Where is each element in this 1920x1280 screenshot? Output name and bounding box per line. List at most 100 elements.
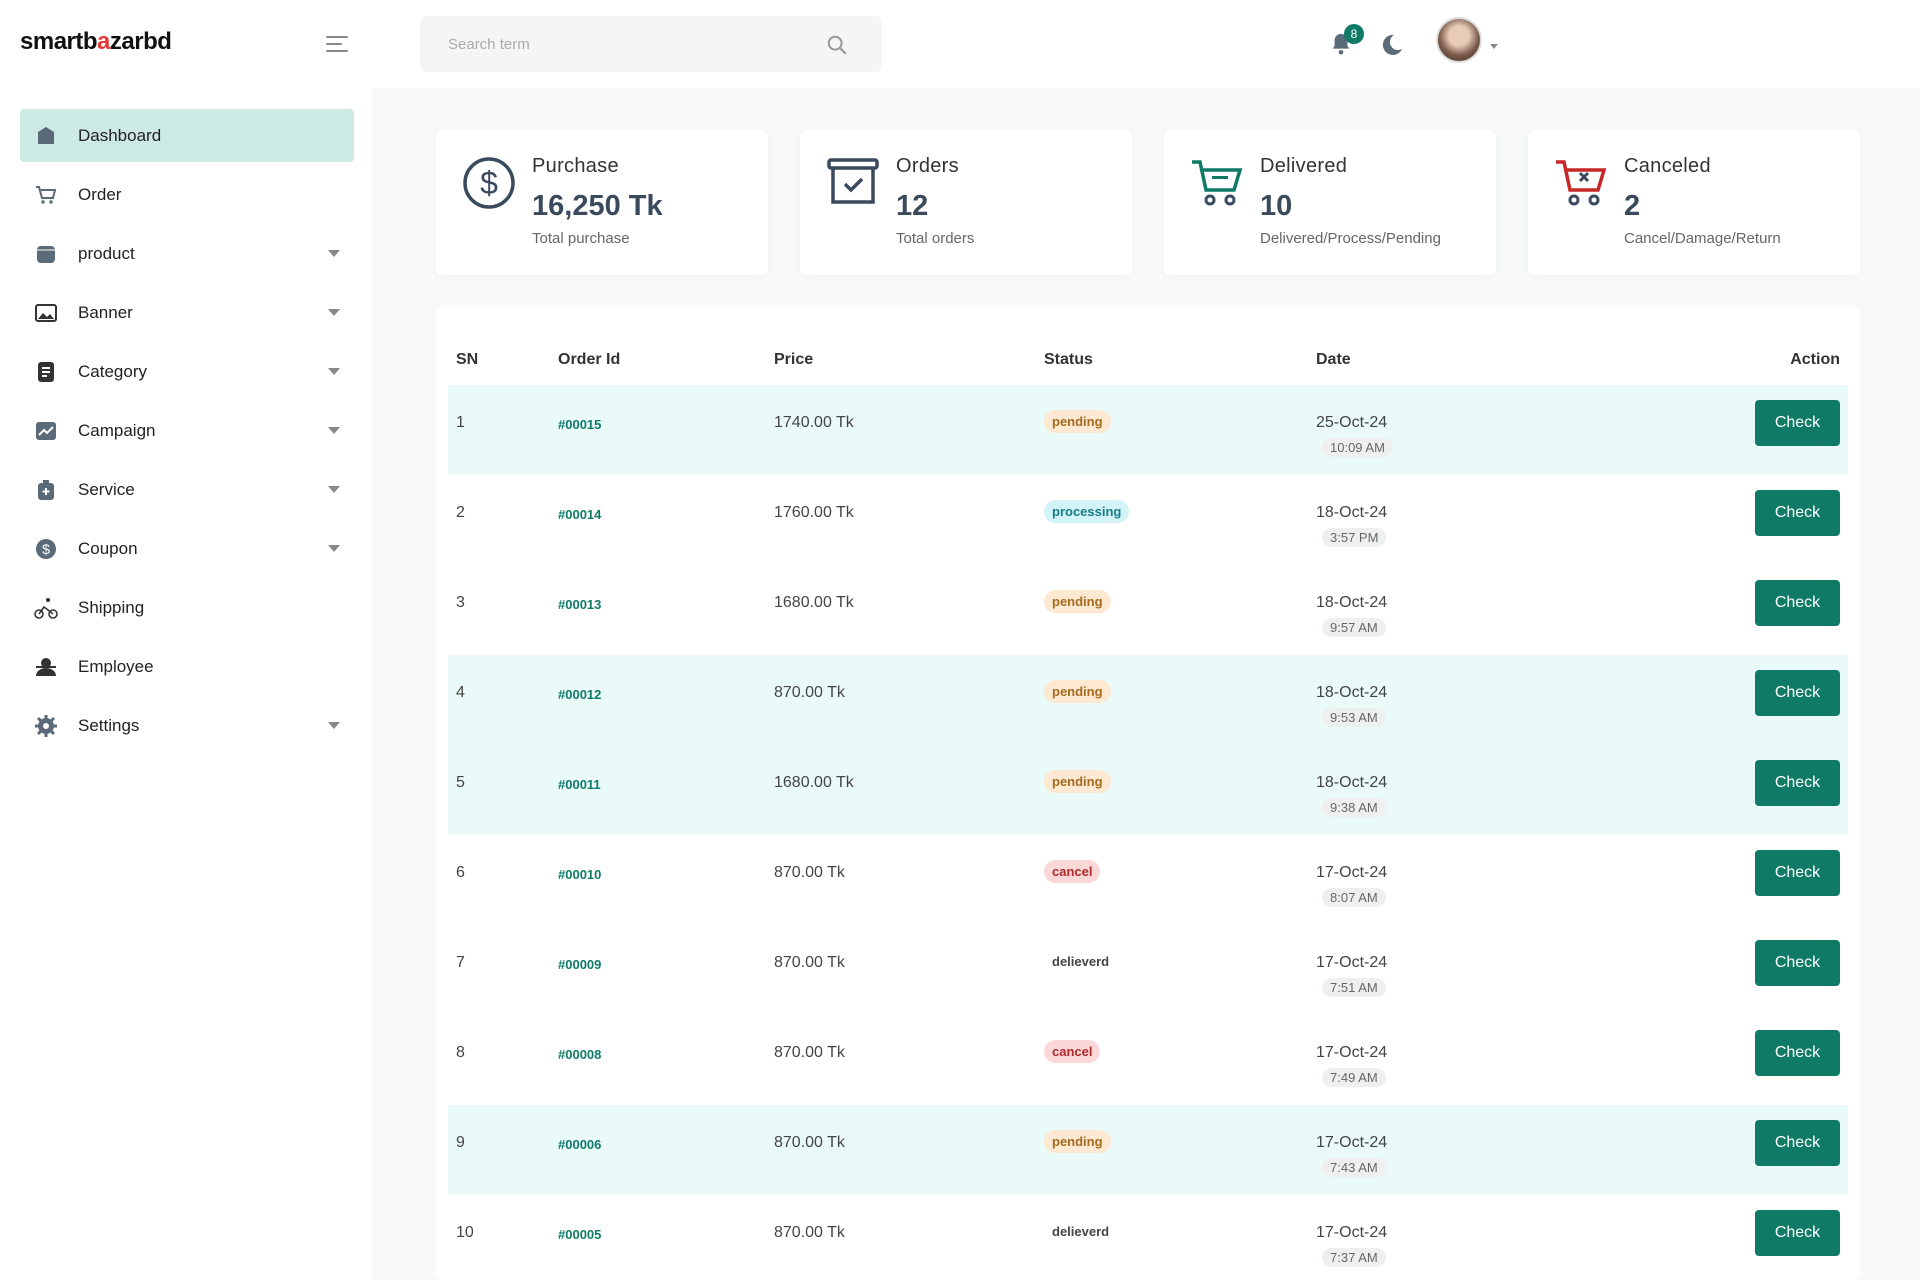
search-input[interactable] (420, 16, 800, 72)
stat-title: Canceled (1624, 155, 1711, 177)
moon-icon[interactable] (1380, 33, 1404, 57)
chevron-down-icon[interactable] (1490, 44, 1498, 49)
order-id-link[interactable]: #00014 (558, 507, 601, 522)
notification-badge: 8 (1344, 24, 1364, 44)
sidebar-item-campaign[interactable]: Campaign (20, 404, 354, 457)
row-sn: 1 (456, 414, 465, 431)
header-order-id: Order Id (558, 351, 621, 368)
orders-table: SN Order Id Price Status Date Action 1 #0… (436, 307, 1860, 1280)
stat-title: Orders (896, 155, 959, 177)
order-id-link[interactable]: #00009 (558, 957, 601, 972)
sidebar-item-settings[interactable]: Settings (20, 699, 354, 752)
gear-icon (34, 714, 58, 738)
row-price: 1740.00 Tk (774, 414, 854, 431)
sidebar-item-employee[interactable]: Employee (20, 640, 354, 693)
sidebar-item-category[interactable]: Category (20, 345, 354, 398)
sidebar-item-service[interactable]: Service (20, 463, 354, 516)
caret-down-icon[interactable] (328, 250, 340, 257)
search-box (420, 16, 882, 72)
avatar[interactable] (1436, 17, 1482, 63)
caret-down-icon[interactable] (328, 486, 340, 493)
order-id-link[interactable]: #00010 (558, 867, 601, 882)
check-button[interactable]: Check (1755, 580, 1840, 626)
table-row: 7 #00009 870.00 Tk delieverd 17-Oct-24 7:51 A… (448, 925, 1848, 1015)
sidebar-item-label: Category (78, 361, 147, 381)
date-text: 18-Oct-24 (1316, 684, 1388, 701)
table-row: 1 #00015 1740.00 Tk pending 25-Oct-24 10:09 A… (448, 385, 1848, 475)
status-badge: delieverd (1052, 954, 1110, 969)
row-date: 17-Oct-24 8:07 AM (1316, 864, 1387, 907)
sidebar: smartbazarbd Dashboard Order product Banner… (0, 0, 372, 1280)
check-button[interactable]: Check (1755, 1030, 1840, 1076)
sidebar-item-product[interactable]: product (20, 227, 354, 280)
sidebar-item-coupon[interactable]: $ Coupon (20, 522, 354, 575)
time-pill: 7:43 AM (1322, 1158, 1386, 1177)
table-row: 3 #00013 1680.00 Tk pending 18-Oct-24 9:57 AM… (448, 565, 1848, 655)
date-text: 17-Oct-24 (1316, 1134, 1388, 1151)
order-id-link[interactable]: #00008 (558, 1047, 601, 1062)
check-button[interactable]: Check (1755, 760, 1840, 806)
row-sn: 7 (456, 954, 465, 971)
sidebar-item-label: Service (78, 479, 135, 499)
row-sn: 10 (456, 1224, 474, 1241)
search-icon[interactable] (826, 34, 848, 56)
order-id-link[interactable]: #00011 (558, 777, 601, 792)
status-badge: pending (1044, 680, 1111, 703)
check-button[interactable]: Check (1755, 490, 1840, 536)
caret-down-icon[interactable] (328, 368, 340, 375)
time-pill: 9:53 AM (1322, 708, 1386, 727)
row-date: 18-Oct-24 9:38 AM (1316, 774, 1387, 817)
check-button[interactable]: Check (1755, 1210, 1840, 1256)
stat-card-purchase: $ Purchase 16,250 Tk Total purchase (436, 130, 768, 275)
date-text: 18-Oct-24 (1316, 774, 1388, 791)
order-id-link[interactable]: #00012 (558, 687, 601, 702)
bike-icon (34, 596, 58, 620)
caret-down-icon[interactable] (328, 722, 340, 729)
chart-icon (34, 419, 58, 443)
dollar-circle-icon: $ (462, 156, 516, 210)
stat-value: 10 (1260, 190, 1293, 222)
row-sn: 8 (456, 1044, 465, 1061)
stat-card-orders: Orders 12 Total orders (800, 130, 1132, 275)
status-badge: pending (1044, 1130, 1111, 1153)
date-text: 17-Oct-24 (1316, 954, 1388, 971)
cart-delivered-icon (1190, 156, 1244, 210)
stat-card-canceled: Canceled 2 Cancel/Damage/Return (1528, 130, 1860, 275)
collapse-menu-icon[interactable] (326, 36, 352, 56)
sidebar-item-banner[interactable]: Banner (20, 286, 354, 339)
sidebar-item-dashboard[interactable]: Dashboard (20, 109, 354, 162)
row-price: 870.00 Tk (774, 1224, 845, 1241)
order-id-link[interactable]: #00006 (558, 1137, 601, 1152)
row-sn: 3 (456, 594, 465, 611)
check-button[interactable]: Check (1755, 850, 1840, 896)
brand-logo[interactable]: smartbazarbd (20, 28, 172, 56)
caret-down-icon[interactable] (328, 545, 340, 552)
status-badge: pending (1044, 410, 1111, 433)
row-sn: 5 (456, 774, 465, 791)
caret-down-icon[interactable] (328, 427, 340, 434)
order-id-link[interactable]: #00015 (558, 417, 601, 432)
stat-value: 16,250 Tk (532, 190, 663, 222)
sidebar-item-order[interactable]: Order (20, 168, 354, 221)
check-button[interactable]: Check (1755, 1120, 1840, 1166)
check-button[interactable]: Check (1755, 400, 1840, 446)
status-badge: processing (1044, 500, 1130, 523)
row-date: 17-Oct-24 7:51 AM (1316, 954, 1387, 997)
table-row: 2 #00014 1760.00 Tk processing 18-Oct-24 3:57… (448, 475, 1848, 565)
user-icon (34, 655, 58, 679)
header-date: Date (1316, 351, 1351, 368)
check-button[interactable]: Check (1755, 670, 1840, 716)
stat-value: 12 (896, 190, 929, 222)
sidebar-item-shipping[interactable]: Shipping (20, 581, 354, 634)
row-price: 1680.00 Tk (774, 774, 854, 791)
caret-down-icon[interactable] (328, 309, 340, 316)
status-badge: pending (1044, 770, 1111, 793)
stat-subtitle: Cancel/Damage/Return (1624, 230, 1781, 247)
table-row: 8 #00008 870.00 Tk cancel 17-Oct-24 7:49 AM Ch… (448, 1015, 1848, 1105)
check-button[interactable]: Check (1755, 940, 1840, 986)
row-sn: 6 (456, 864, 465, 881)
sidebar-item-label: Coupon (78, 538, 138, 558)
order-id-link[interactable]: #00005 (558, 1227, 601, 1242)
order-id-link[interactable]: #00013 (558, 597, 601, 612)
sidebar-item-label: product (78, 243, 135, 263)
